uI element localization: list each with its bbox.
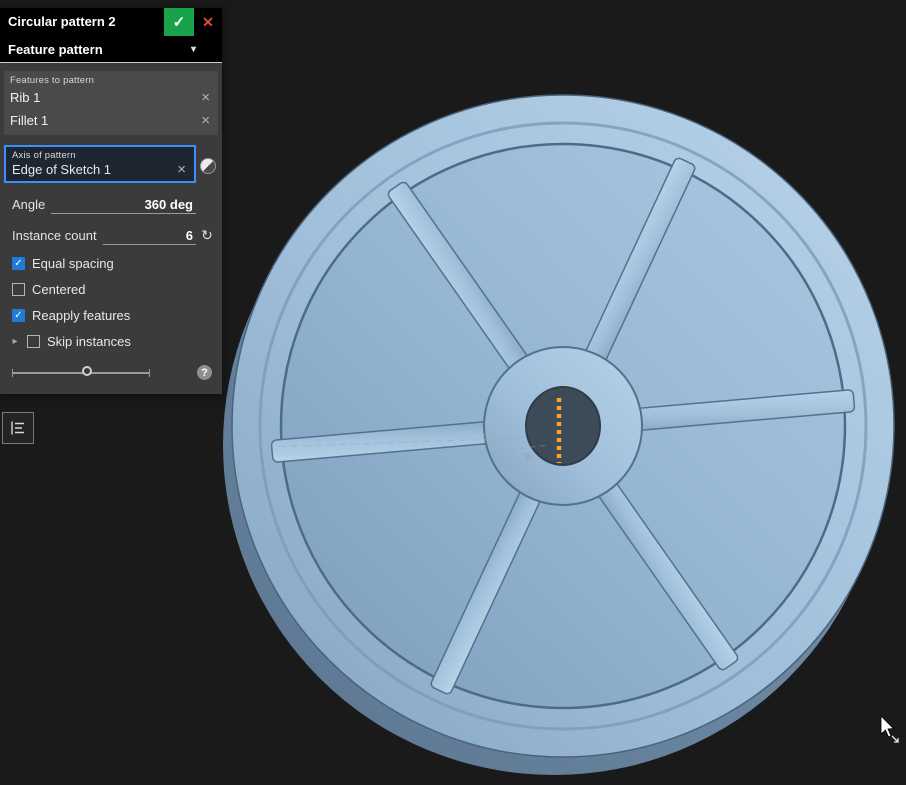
skip-instances-label: Skip instances [47,334,131,349]
instance-count-input[interactable]: 6 [102,228,196,245]
equal-spacing-row[interactable]: ✓ Equal spacing [12,256,218,271]
feature-item-fillet1[interactable]: Fillet 1 × [10,109,212,132]
angle-row: Angle 360 deg [12,197,218,214]
dialog-title: Circular pattern 2 [8,14,116,29]
confirm-button[interactable]: ✓ [164,8,194,36]
angle-label: Angle [12,197,46,212]
reapply-features-label: Reapply features [32,308,131,323]
feature-item-label: Fillet 1 [10,113,49,128]
equal-spacing-label: Equal spacing [32,256,114,271]
remove-feature-icon[interactable]: × [199,90,212,105]
close-icon: ✕ [202,13,214,30]
dialog-titlebar: Circular pattern 2 ✓ ✕ [0,8,222,36]
angle-input[interactable]: 360 deg [51,197,196,214]
reverse-direction-icon[interactable]: ↻ [201,227,213,243]
remove-feature-icon[interactable]: × [199,113,212,128]
reapply-features-row[interactable]: ✓ Reapply features [12,308,218,323]
dialog-body: Features to pattern Rib 1 × Fillet 1 × A… [0,63,222,394]
centered-row[interactable]: Centered [12,282,218,297]
help-icon: ? [201,366,208,379]
instance-count-label: Instance count [12,228,97,243]
slider-handle[interactable] [82,365,92,376]
pattern-type-dropdown[interactable]: Feature pattern ▾ [0,36,222,63]
features-to-pattern-box[interactable]: Features to pattern Rib 1 × Fillet 1 × [4,71,218,135]
features-box-label: Features to pattern [10,75,95,86]
check-icon: ✓ [14,310,23,321]
remove-axis-icon[interactable]: × [175,162,188,177]
centered-checkbox[interactable] [12,283,25,296]
instance-count-row: Instance count 6 ↻ [12,228,218,245]
check-icon: ✓ [14,258,23,269]
expand-chevron-icon[interactable]: ▸ [10,336,20,347]
equal-spacing-checkbox[interactable]: ✓ [12,257,25,270]
feature-item-label: Rib 1 [10,90,41,105]
skip-instances-row[interactable]: ▸ Skip instances [10,334,218,349]
circular-pattern-dialog: Circular pattern 2 ✓ ✕ Feature pattern ▾… [0,8,222,394]
feature-item-rib1[interactable]: Rib 1 × [10,86,212,109]
feature-list-icon [11,421,24,435]
axis-row: Axis of pattern Edge of Sketch 1 × [4,145,218,183]
centered-label: Centered [32,282,86,297]
preview-slider[interactable] [12,365,150,377]
hub-hole [525,386,601,466]
chevron-down-icon: ▾ [190,43,196,55]
cancel-button[interactable]: ✕ [194,8,222,36]
axis-of-pattern-box[interactable]: Axis of pattern Edge of Sketch 1 × [4,145,196,183]
reapply-features-checkbox[interactable]: ✓ [12,309,25,322]
direction-toggle-icon[interactable] [200,158,216,174]
axis-box-label: Axis of pattern [12,150,76,161]
skip-instances-checkbox[interactable] [27,335,40,348]
axis-value: Edge of Sketch 1 [12,162,112,177]
feature-list-flyout-button[interactable] [2,412,34,444]
check-icon: ✓ [172,14,186,31]
help-button[interactable]: ? [197,365,212,380]
preview-slider-row: ? [12,365,212,380]
pattern-type-value: Feature pattern [8,41,103,57]
